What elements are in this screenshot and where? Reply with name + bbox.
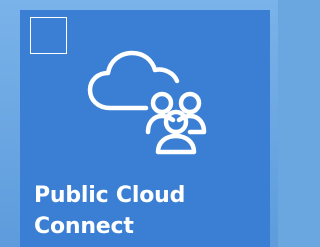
- tile-label-line1: Public Cloud: [34, 183, 186, 208]
- tile-label-line2: Connect: [34, 214, 134, 239]
- tile-select-checkbox[interactable]: [30, 17, 67, 54]
- tile-label: Public Cloud Connect: [34, 180, 264, 242]
- page-background: Public Cloud Connect: [0, 0, 278, 247]
- public-cloud-connect-tile[interactable]: Public Cloud Connect: [20, 10, 270, 247]
- cloud-users-icon: [87, 50, 207, 155]
